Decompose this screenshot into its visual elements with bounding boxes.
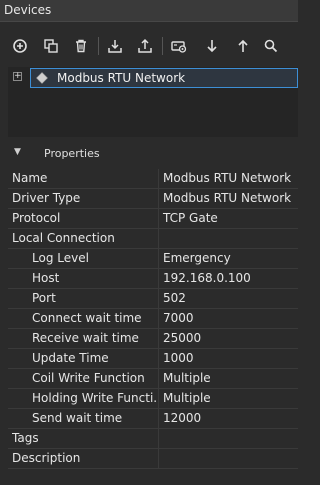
property-row-connect-wait-time[interactable]: Connect wait time 7000 [8,309,298,329]
panel-title-bar: Devices [0,0,298,22]
property-value[interactable]: 12000 [163,411,201,425]
export-icon [138,38,152,53]
property-name: Local Connection [12,231,115,245]
property-value[interactable]: Multiple [163,371,211,385]
tree-row-modbus-rtu-network[interactable]: + Modbus RTU Network [8,67,298,89]
property-value[interactable]: Modbus RTU Network [163,191,291,205]
toolbar-separator [98,37,99,55]
network-node-icon [36,72,48,84]
property-name: Holding Write Functi... [32,391,156,405]
property-name: Log Level [32,251,89,265]
property-value[interactable]: TCP Gate [163,211,218,225]
property-row-log-level[interactable]: Log Level Emergency [8,249,298,269]
device-settings-icon [171,41,187,53]
tree-node-label: Modbus RTU Network [57,71,186,85]
property-row-driver-type[interactable]: Driver Type Modbus RTU Network [8,189,298,209]
move-up-icon [238,39,248,52]
move-up-button[interactable] [234,37,252,55]
property-value[interactable]: Modbus RTU Network [163,171,291,185]
property-name: Coil Write Function [32,371,145,385]
chevron-down-icon: ▼ [14,147,21,157]
property-row-host[interactable]: Host 192.168.0.100 [8,269,298,289]
property-row-send-wait-time[interactable]: Send wait time 12000 [8,409,298,429]
property-row-coil-write-function[interactable]: Coil Write Function Multiple [8,369,298,389]
toolbar [0,23,298,67]
move-down-button[interactable] [203,37,221,55]
delete-button[interactable] [72,37,90,55]
property-row-protocol[interactable]: Protocol TCP Gate [8,209,298,229]
property-name: Update Time [32,351,109,365]
property-name: Protocol [12,211,61,225]
properties-section-header[interactable]: ▼ Properties [8,144,298,165]
property-row-local-connection[interactable]: Local Connection [8,229,298,249]
property-name: Connect wait time [32,311,142,325]
property-value[interactable]: 1000 [163,351,194,365]
property-value[interactable]: 25000 [163,331,201,345]
tree-node-selected[interactable]: Modbus RTU Network [30,68,298,88]
property-value[interactable]: Multiple [163,391,211,405]
property-value[interactable]: Emergency [163,251,231,265]
property-value[interactable]: 502 [163,291,186,305]
property-row-update-time[interactable]: Update Time 1000 [8,349,298,369]
property-row-port[interactable]: Port 502 [8,289,298,309]
add-icon [13,39,27,53]
device-tree: + Modbus RTU Network [8,67,298,137]
property-value[interactable]: 7000 [163,311,194,325]
expand-toggle-icon[interactable]: + [13,72,22,81]
property-name: Description [12,451,81,465]
properties-title: Properties [44,147,100,160]
properties-grid: Name Modbus RTU Network Driver Type Modb… [8,169,298,469]
copy-button[interactable] [42,37,60,55]
property-row-description[interactable]: Description [8,449,298,469]
import-button[interactable] [106,37,124,55]
expander-glyph: + [14,71,22,81]
property-row-holding-write-function[interactable]: Holding Write Functi... Multiple [8,389,298,409]
property-name: Send wait time [32,411,123,425]
move-down-icon [207,40,217,53]
property-name: Receive wait time [32,331,139,345]
property-name: Tags [12,431,39,445]
device-settings-button[interactable] [170,37,188,55]
search-icon [264,39,278,53]
add-button[interactable] [11,37,29,55]
property-row-receive-wait-time[interactable]: Receive wait time 25000 [8,329,298,349]
search-button[interactable] [262,37,280,55]
property-name: Name [12,171,48,185]
property-row-tags[interactable]: Tags [8,429,298,449]
import-icon [108,40,122,53]
toolbar-separator [162,37,163,55]
property-row-name[interactable]: Name Modbus RTU Network [8,169,298,189]
panel-title: Devices [4,3,52,17]
property-name: Driver Type [12,191,81,205]
property-name: Host [32,271,60,285]
property-name: Port [32,291,56,305]
property-value[interactable]: 192.168.0.100 [163,271,251,285]
copy-icon [44,39,58,53]
export-button[interactable] [136,37,154,55]
delete-icon [76,39,86,53]
